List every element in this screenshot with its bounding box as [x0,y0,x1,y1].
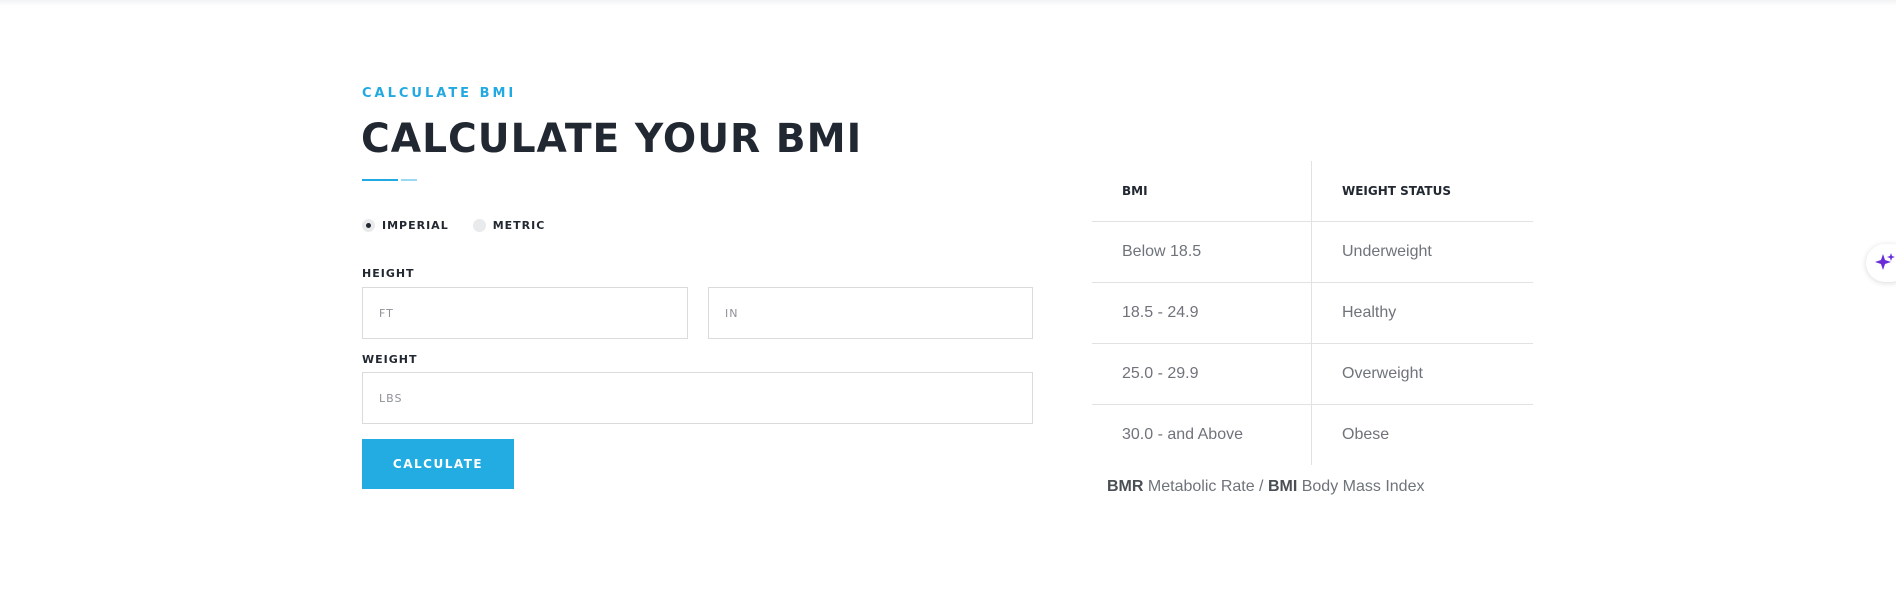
ai-assistant-button[interactable] [1866,244,1896,282]
table-cell: Underweight [1312,222,1533,282]
title-underline [362,179,398,181]
weight-status: Underweight [1342,243,1432,260]
table-header-cell: WEIGHT STATUS [1312,161,1533,221]
table-header-row: BMI WEIGHT STATUS [1092,161,1533,222]
height-label: HEIGHT [362,267,415,280]
table-header-cell: BMI [1092,161,1312,221]
bmi-range: 25.0 - 29.9 [1122,365,1199,382]
table-cell: 18.5 - 24.9 [1092,283,1312,343]
page-title: CALCULATE YOUR BMI [361,116,863,162]
table-row: 18.5 - 24.9 Healthy [1092,283,1533,344]
radio-metric[interactable]: METRIC [472,219,546,232]
table-row: Below 18.5 Underweight [1092,222,1533,283]
table-cell: Below 18.5 [1092,222,1312,282]
weight-status: Obese [1342,426,1390,443]
header-weight-status: WEIGHT STATUS [1342,184,1451,198]
radio-imperial-dot[interactable] [362,219,375,232]
weight-status: Healthy [1342,304,1397,321]
section-eyebrow: CALCULATE BMI [362,86,517,101]
radio-metric-label: METRIC [492,219,546,232]
bmr-abbr: BMR [1107,478,1144,495]
bmi-table: BMI WEIGHT STATUS Below 18.5 Underweight… [1092,161,1533,465]
table-cell: 25.0 - 29.9 [1092,344,1312,404]
bmr-text: Metabolic Rate / [1147,478,1264,495]
bmi-range: Below 18.5 [1122,243,1202,260]
radio-metric-dot[interactable] [472,219,486,232]
table-row: 25.0 - 29.9 Overweight [1092,344,1533,405]
header-bmi: BMI [1122,184,1148,198]
bmi-range: 30.0 - and Above [1122,426,1243,443]
abbreviation-legend: BMR Metabolic Rate / BMI Body Mass Index [1107,478,1424,496]
title-underline-accent [401,179,417,181]
radio-imperial[interactable]: IMPERIAL [362,219,449,232]
bmi-abbr: BMI [1267,478,1298,495]
height-ft-input[interactable] [362,287,688,339]
bmi-text: Body Mass Index [1301,478,1425,495]
table-row: 30.0 - and Above Obese [1092,405,1533,465]
height-in-input[interactable] [708,287,1033,339]
table-cell: 30.0 - and Above [1092,405,1312,465]
bmi-range: 18.5 - 24.9 [1122,304,1199,321]
header-shadow [0,0,1896,6]
weight-status: Overweight [1342,365,1423,382]
table-cell: Obese [1312,405,1533,465]
calculate-button[interactable]: CALCULATE [362,439,514,489]
radio-imperial-label: IMPERIAL [382,219,449,232]
table-cell: Overweight [1312,344,1533,404]
unit-radio-group: IMPERIAL METRIC [362,219,569,232]
table-cell: Healthy [1312,283,1533,343]
sparkle-icon [1875,253,1895,270]
weight-lbs-input[interactable] [362,372,1033,424]
weight-label: WEIGHT [362,353,418,366]
